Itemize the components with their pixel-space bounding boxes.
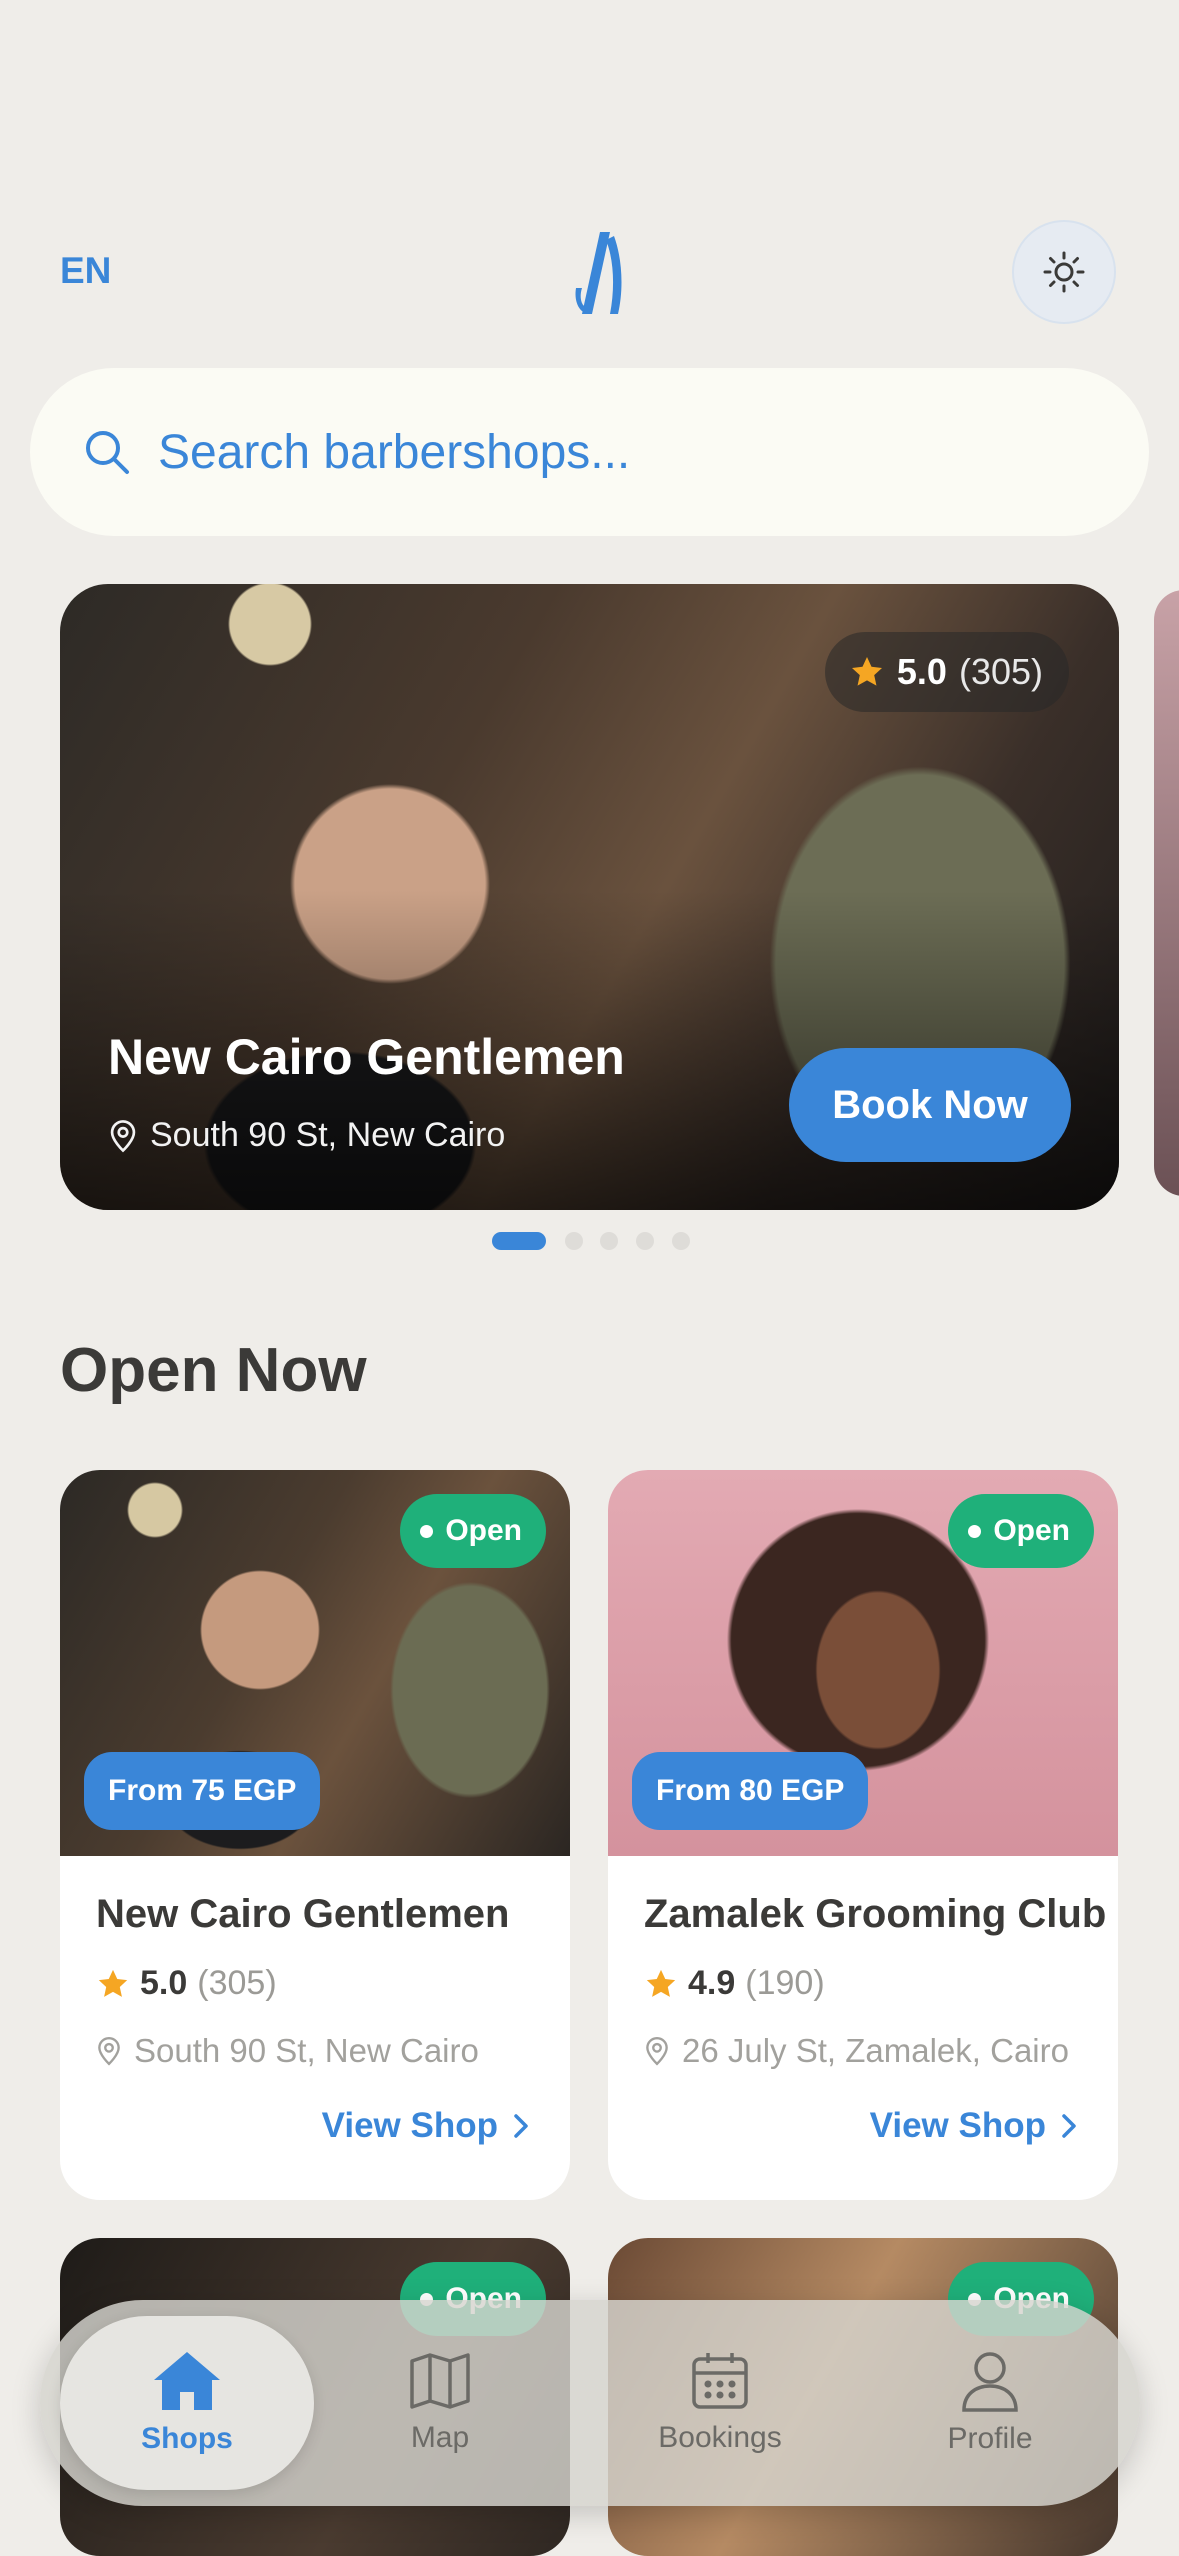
nav-bookings[interactable]: Bookings (600, 2300, 840, 2506)
view-shop-link[interactable]: View Shop (870, 2106, 1078, 2146)
address-text: South 90 St, New Cairo (150, 1116, 506, 1154)
shop-rating: 5.0 (305) (96, 1964, 277, 2003)
shop-address: 26 July St, Zamalek, Cairo (644, 2032, 1069, 2070)
nav-label: Map (410, 2421, 470, 2454)
featured-shop-name: New Cairo Gentlemen (108, 1029, 625, 1085)
shop-rating: 4.9 (190) (644, 1964, 825, 2003)
view-shop-label: View Shop (869, 2106, 1046, 2145)
location-pin-icon (110, 1119, 136, 1152)
nav-label: Profile (947, 2422, 1033, 2455)
shop-address: South 90 St, New Cairo (96, 2032, 479, 2070)
view-shop-link[interactable]: View Shop (322, 2106, 530, 2146)
carousel-indicator (0, 1232, 1179, 1252)
review-count: (305) (197, 1964, 277, 2002)
location-pin-icon (646, 2036, 668, 2066)
shop-name: Zamalek Grooming Club (644, 1892, 1107, 1936)
status-text: Open (445, 1514, 522, 1547)
bottom-navigation: Shops Map Bookings Profile (40, 2300, 1140, 2506)
shop-card[interactable]: Open From 75 EGP New Cairo Gentlemen 5.0… (60, 1470, 570, 2200)
carousel-dot[interactable] (492, 1232, 546, 1250)
featured-shop-card[interactable]: 5.0 (305) New Cairo Gentlemen South 90 S… (60, 584, 1119, 1210)
status-dot (420, 1524, 434, 1538)
user-icon (962, 2352, 1018, 2412)
price-badge: From 75 EGP (84, 1752, 321, 1830)
star-icon (646, 1969, 676, 1997)
search-input[interactable]: Search barbershops... (158, 425, 630, 480)
location-pin-icon (98, 2036, 120, 2066)
open-status-badge: Open (400, 1494, 546, 1568)
address-text: South 90 St, New Cairo (134, 2032, 479, 2069)
section-title: Open Now (60, 1336, 367, 1405)
nav-map[interactable]: Map (340, 2300, 540, 2506)
review-count: (305) (958, 651, 1043, 692)
book-now-button[interactable]: Book Now (789, 1048, 1071, 1162)
shop-name: New Cairo Gentlemen (96, 1892, 510, 1936)
status-dot (968, 1524, 982, 1538)
price-badge: From 80 EGP (632, 1752, 869, 1830)
featured-shop-address: South 90 St, New Cairo (108, 1116, 505, 1155)
next-featured-card[interactable] (1154, 590, 1179, 1196)
search-icon (86, 431, 129, 474)
shop-card[interactable]: Open From 80 EGP Zamalek Grooming Club 4… (608, 1470, 1118, 2200)
star-icon (98, 1969, 128, 1997)
rating-value: 5.0 (140, 1964, 188, 2002)
carousel-dot[interactable] (600, 1232, 618, 1250)
open-status-badge: Open (948, 1494, 1094, 1568)
carousel-dot[interactable] (672, 1232, 690, 1250)
calendar-icon (692, 2353, 748, 2409)
review-count: (190) (745, 1964, 825, 2002)
theme-toggle-button[interactable] (1012, 220, 1116, 324)
search-bar[interactable]: Search barbershops... (30, 368, 1149, 536)
carousel-dot[interactable] (636, 1232, 654, 1250)
app-logo-icon (575, 232, 622, 314)
nav-shops[interactable]: Shops (60, 2300, 314, 2506)
view-shop-label: View Shop (321, 2106, 498, 2145)
nav-label: Shops (141, 2422, 233, 2455)
chevron-right-icon (1062, 2114, 1076, 2138)
status-text: Open (993, 1514, 1070, 1547)
carousel-dot[interactable] (565, 1232, 583, 1250)
nav-profile[interactable]: Profile (890, 2300, 1090, 2506)
sun-icon (1043, 251, 1085, 293)
nav-label: Bookings (658, 2421, 782, 2454)
chevron-right-icon (514, 2114, 528, 2138)
address-text: 26 July St, Zamalek, Cairo (682, 2032, 1069, 2069)
home-icon (154, 2352, 220, 2410)
map-icon (410, 2353, 470, 2409)
rating-value: 5.0 (896, 651, 947, 692)
rating-badge: 5.0 (305) (824, 632, 1069, 712)
language-toggle[interactable]: EN (60, 250, 111, 292)
star-icon (851, 657, 882, 686)
rating-value: 4.9 (688, 1964, 736, 2002)
